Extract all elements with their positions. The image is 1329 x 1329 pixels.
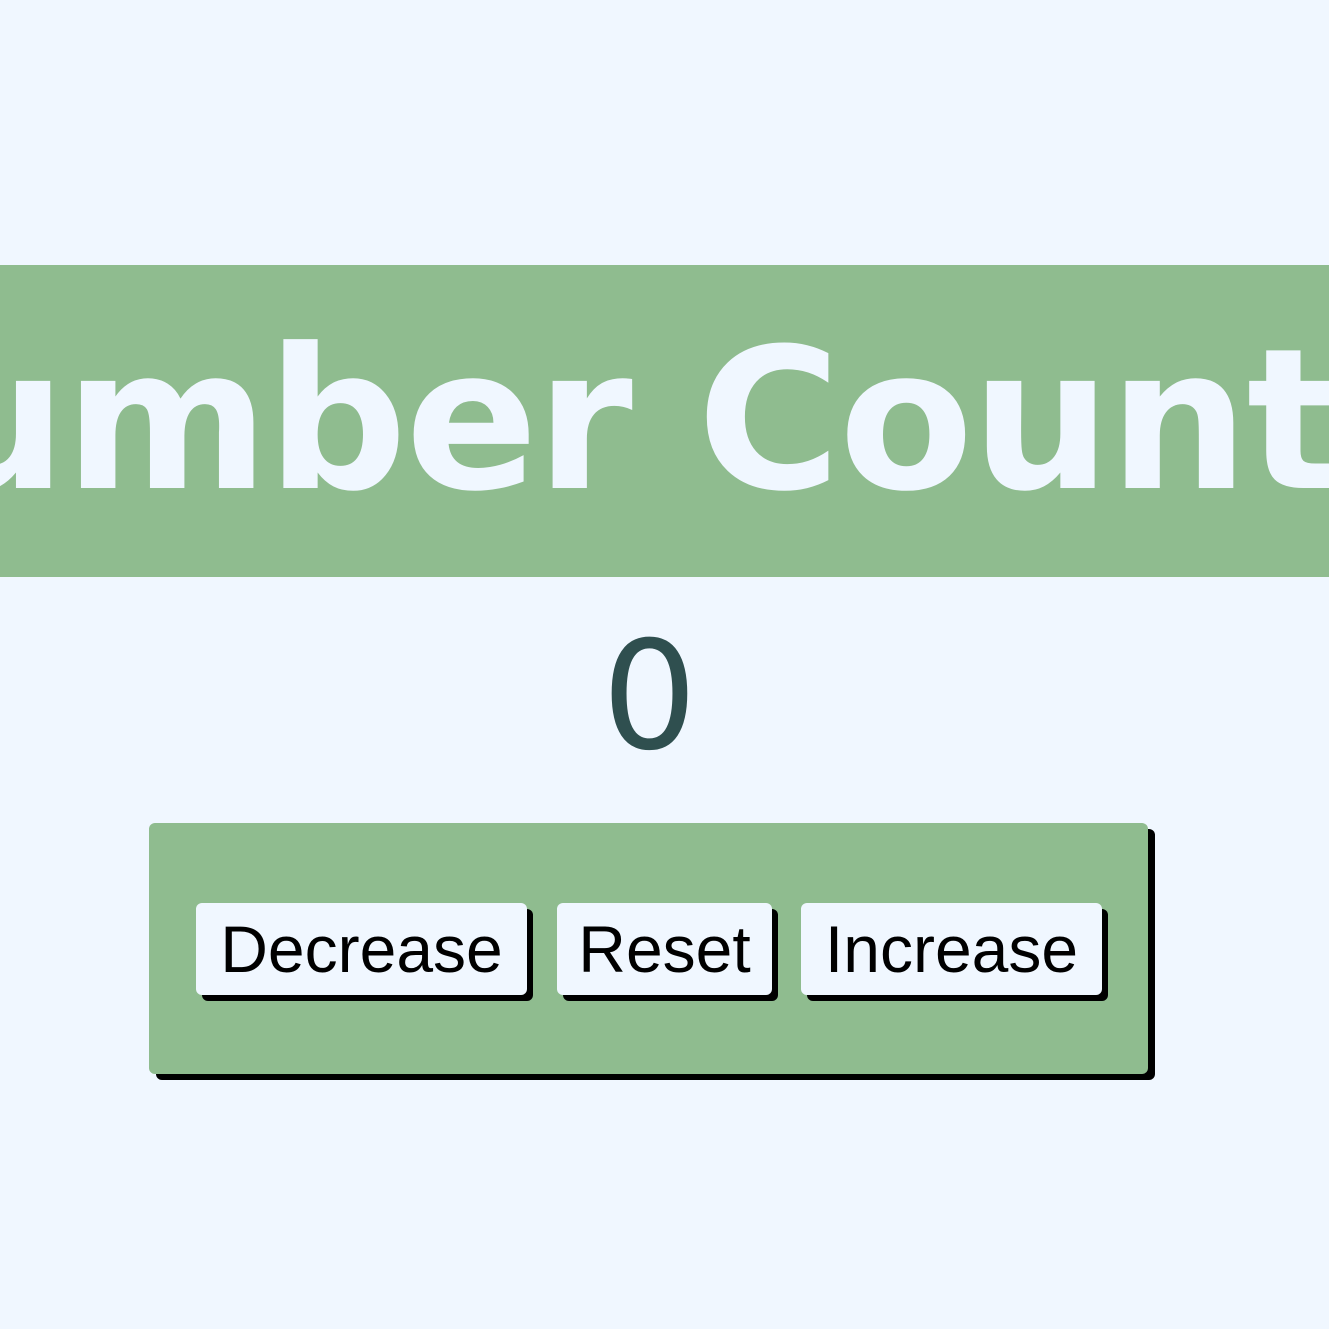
counter-value: 0 [601,610,698,784]
increase-button[interactable]: Increase [801,903,1102,995]
page-title: Number Counter [0,307,1329,535]
decrease-button[interactable]: Decrease [196,903,527,995]
reset-button[interactable]: Reset [557,903,772,995]
controls-panel: Decrease Reset Increase [149,823,1148,1074]
header-band: Number Counter [0,265,1329,577]
